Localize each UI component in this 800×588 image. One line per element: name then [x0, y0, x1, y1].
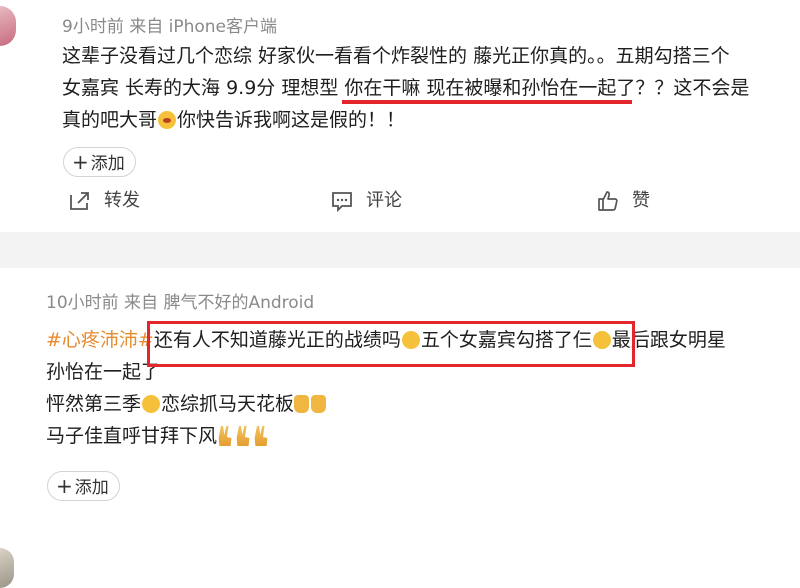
grin-emoji-icon	[142, 395, 161, 413]
plus-icon: +	[56, 474, 73, 498]
red-highlight-box	[147, 321, 635, 367]
avatar[interactable]	[0, 548, 14, 588]
post-line-part: 恋综抓马天花板	[161, 393, 295, 415]
post-line-part: 怦然第三季	[46, 393, 142, 415]
comment-label: 评论	[366, 190, 402, 211]
add-button[interactable]: + 添加	[63, 147, 136, 177]
add-button-label: 添加	[90, 154, 125, 174]
red-highlight-underline	[342, 100, 632, 104]
post-meta: 9小时前 来自 iPhone客户端	[62, 17, 278, 37]
post-divider	[0, 232, 800, 268]
victory-hand-emoji-icon	[236, 426, 250, 446]
victory-hand-emoji-icon	[254, 426, 268, 446]
topic-tag-link[interactable]: #心疼沛沛#	[46, 329, 154, 351]
plus-icon: +	[72, 150, 89, 174]
post-line: 怦然第三季 恋综抓马天花板	[46, 388, 328, 420]
comment-icon	[332, 192, 352, 213]
post-line-part: 你快告诉我啊这是假的！！	[177, 109, 406, 131]
thumbs-up-emoji-icon	[294, 395, 310, 413]
thumbs-up-icon	[598, 191, 618, 211]
shocked-emoji-icon	[158, 111, 177, 129]
post-line: 真的吧大哥 你快告诉我啊这是假的！！	[62, 104, 405, 136]
post-1: 9小时前 来自 iPhone客户端 这辈子没看过几个恋综 好家伙一看看个炸裂性的…	[0, 0, 800, 232]
post-line: 孙怡在一起了	[46, 361, 161, 383]
post-actions: 转发 评论 赞	[0, 186, 800, 216]
add-button[interactable]: + 添加	[47, 471, 120, 501]
add-button-label: 添加	[74, 478, 109, 498]
post-line-part: 真的吧大哥	[62, 109, 158, 131]
post-line-part: 马子佳直呼甘拜下风	[46, 425, 218, 447]
victory-hand-emoji-icon	[218, 426, 232, 446]
avatar[interactable]	[0, 6, 16, 46]
repost-label: 转发	[104, 190, 140, 211]
thumbs-up-emoji-icon	[311, 395, 327, 413]
post-line: 这辈子没看过几个恋综 好家伙一看看个炸裂性的 藤光正你真的。。五期勾搭三个	[62, 45, 730, 67]
share-icon	[70, 192, 89, 210]
post-line: 马子佳直呼甘拜下风	[46, 420, 271, 452]
post-meta: 10小时前 来自 脾气不好的Android	[46, 293, 315, 313]
like-label: 赞	[632, 190, 650, 211]
